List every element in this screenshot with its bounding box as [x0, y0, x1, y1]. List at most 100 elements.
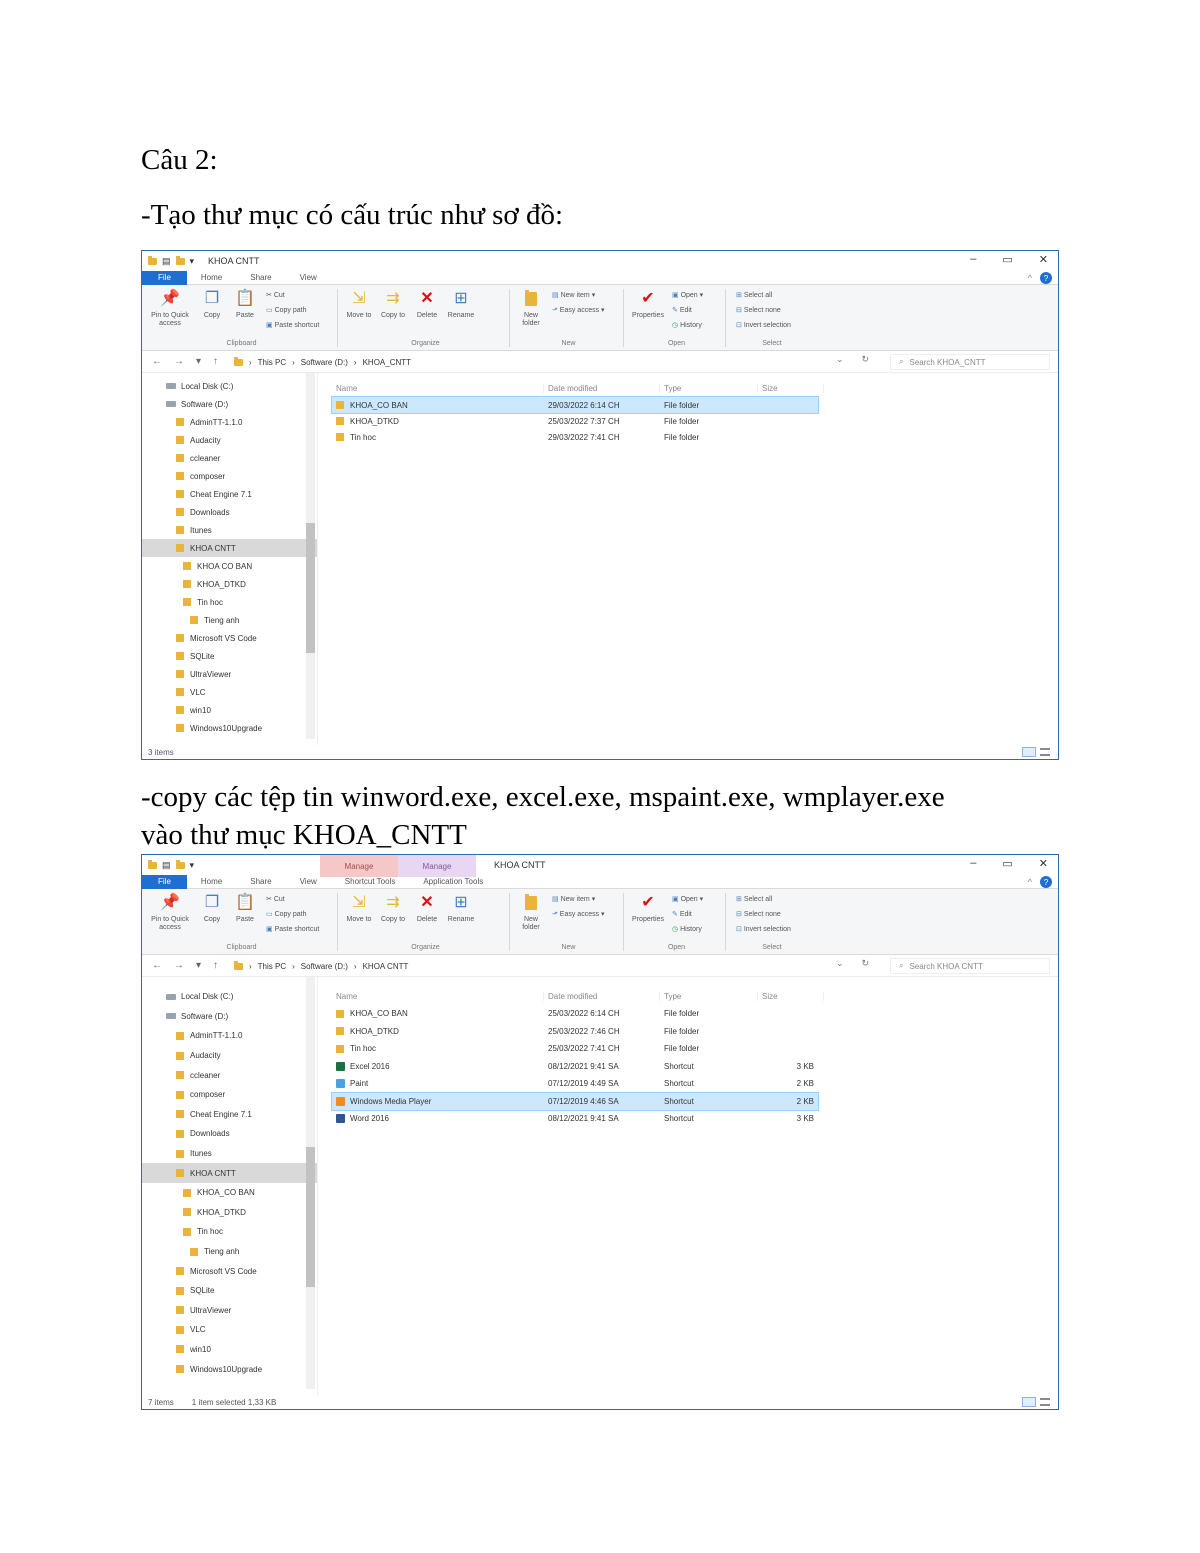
nav-item[interactable]: Tieng anh	[142, 1242, 317, 1262]
select-none-button[interactable]: ⊟ Select none	[736, 910, 781, 918]
large-icons-view-icon[interactable]	[1040, 748, 1050, 756]
nav-item[interactable]: KHOA CO BAN	[142, 557, 317, 575]
nav-item[interactable]: AdminTT-1.1.0	[142, 413, 317, 431]
nav-item[interactable]: Cheat Engine 7.1	[142, 1105, 317, 1125]
large-icons-view-icon[interactable]	[1040, 1398, 1050, 1406]
forward-arrow-icon[interactable]: →	[174, 960, 184, 971]
file-row[interactable]: Windows Media Player 07/12/2019 4:46 SA Sh…	[331, 1091, 819, 1111]
tab-home[interactable]: Home	[187, 271, 236, 285]
copy-to-button[interactable]: ⇉ Copy to	[378, 893, 408, 924]
nav-item[interactable]: win10	[142, 1340, 317, 1360]
file-row[interactable]: KHOA_DTKD 25/03/2022 7:46 CH File folder	[332, 1023, 818, 1041]
copy-to-button[interactable]: ⇉ Copy to	[378, 289, 408, 320]
breadcrumb-separator-icon[interactable]: ›	[292, 358, 295, 367]
nav-item[interactable]: composer	[142, 467, 317, 485]
move-to-button[interactable]: ⇲ Move to	[344, 289, 374, 320]
tab-share[interactable]: Share	[236, 271, 285, 285]
search-input[interactable]: ⌕ Search KHOA_CNTT	[890, 354, 1050, 370]
quick-access-toolbar[interactable]: ▤ ▾	[148, 255, 195, 267]
nav-item[interactable]: Tin hoc	[142, 1222, 317, 1242]
properties-button[interactable]: ✔ Properties	[628, 893, 668, 924]
nav-item[interactable]: Local Disk (C:)	[142, 377, 317, 395]
back-arrow-icon[interactable]: ←	[152, 960, 162, 971]
help-icon[interactable]: ?	[1040, 876, 1052, 888]
copy-button[interactable]: ❐ Copy	[198, 893, 226, 924]
cut-button[interactable]: ✂ Cut	[266, 291, 285, 299]
refresh-icon[interactable]: ↻	[862, 354, 870, 365]
nav-item[interactable]: KHOA CNTT	[142, 539, 317, 557]
nav-item[interactable]: ccleaner	[142, 449, 317, 467]
chevron-up-icon[interactable]: ^	[1028, 877, 1032, 887]
breadcrumb-item[interactable]: This PC	[258, 962, 286, 971]
nav-item[interactable]: Itunes	[142, 1144, 317, 1164]
tab-file[interactable]: File	[142, 874, 187, 889]
history-button[interactable]: ◷ History	[672, 321, 702, 329]
scrollbar-thumb[interactable]	[306, 523, 315, 653]
column-header[interactable]: Name	[332, 383, 544, 393]
tab-home[interactable]: Home	[187, 875, 236, 889]
nav-item[interactable]: composer	[142, 1085, 317, 1105]
nav-item[interactable]: Itunes	[142, 521, 317, 539]
chevron-down-icon[interactable]: ▾	[190, 860, 195, 871]
tab-share[interactable]: Share	[236, 875, 285, 889]
chevron-down-icon[interactable]: ⌄	[836, 354, 844, 365]
breadcrumb-item[interactable]: This PC	[258, 358, 286, 367]
paste-shortcut-button[interactable]: ▣ Paste shortcut	[266, 925, 319, 933]
minimize-button[interactable]: –	[970, 253, 976, 266]
nav-item[interactable]: Cheat Engine 7.1	[142, 485, 317, 503]
new-item-button[interactable]: ▤ New item ▾	[552, 291, 595, 299]
close-button[interactable]: ✕	[1039, 857, 1048, 870]
move-to-button[interactable]: ⇲ Move to	[344, 893, 374, 924]
new-folder-button[interactable]: New folder	[516, 289, 546, 328]
maximize-button[interactable]: ▭	[1002, 253, 1012, 266]
breadcrumb-separator-icon[interactable]: ›	[354, 358, 357, 367]
file-row[interactable]: KHOA_CO BAN 25/03/2022 6:14 CH File folder	[332, 1005, 818, 1023]
refresh-icon[interactable]: ↻	[862, 958, 870, 969]
breadcrumb-separator-icon[interactable]: ›	[354, 962, 357, 971]
nav-item[interactable]: SQLite	[142, 647, 317, 665]
chevron-down-icon[interactable]: ▾	[190, 256, 195, 267]
tab-view[interactable]: View	[286, 271, 331, 285]
easy-access-button[interactable]: ⬏ Easy access ▾	[552, 910, 605, 918]
tab-application-tools[interactable]: Application Tools	[409, 875, 497, 889]
breadcrumb-item[interactable]: Software (D:)	[301, 962, 348, 971]
nav-item[interactable]: Audacity	[142, 431, 317, 449]
column-header[interactable]: Name	[332, 991, 544, 1001]
nav-item[interactable]: Windows10Upgrade	[142, 719, 317, 737]
file-row[interactable]: Tin hoc 25/03/2022 7:41 CH File folder	[332, 1040, 818, 1058]
tab-shortcut-tools[interactable]: Shortcut Tools	[331, 875, 410, 889]
address-bar[interactable]: › This PC › Software (D:) › KHOA CNTT	[234, 958, 834, 974]
nav-item[interactable]: VLC	[142, 1320, 317, 1340]
up-arrow-icon[interactable]: ↑	[213, 960, 218, 971]
invert-selection-button[interactable]: ⊡ Invert selection	[736, 321, 791, 329]
nav-item[interactable]: VLC	[142, 683, 317, 701]
invert-selection-button[interactable]: ⊡ Invert selection	[736, 925, 791, 933]
breadcrumb-item[interactable]: Software (D:)	[301, 358, 348, 367]
nav-item[interactable]: UltraViewer	[142, 1301, 317, 1321]
select-all-button[interactable]: ⊞ Select all	[736, 895, 772, 903]
paste-shortcut-button[interactable]: ▣ Paste shortcut	[266, 321, 319, 329]
paste-button[interactable]: 📋 Paste	[230, 289, 260, 320]
column-header[interactable]: Size	[758, 991, 824, 1001]
select-all-button[interactable]: ⊞ Select all	[736, 291, 772, 299]
search-input[interactable]: ⌕ Search KHOA CNTT	[890, 958, 1050, 974]
tab-view[interactable]: View	[286, 875, 331, 889]
copy-button[interactable]: ❐ Copy	[198, 289, 226, 320]
paste-button[interactable]: 📋 Paste	[230, 893, 260, 924]
details-view-icon[interactable]	[1022, 747, 1036, 757]
nav-item[interactable]: Downloads	[142, 503, 317, 521]
breadcrumb-item[interactable]: KHOA CNTT	[363, 962, 409, 971]
select-none-button[interactable]: ⊟ Select none	[736, 306, 781, 314]
tab-file[interactable]: File	[142, 270, 187, 285]
nav-item[interactable]: ccleaner	[142, 1065, 317, 1085]
save-icon[interactable]: ▤	[162, 256, 171, 267]
edit-button[interactable]: ✎ Edit	[672, 910, 692, 918]
help-icon[interactable]: ?	[1040, 272, 1052, 284]
file-row[interactable]: Word 2016 08/12/2021 9:41 SA Shortcut 3 KB	[332, 1110, 818, 1128]
file-row[interactable]: Excel 2016 08/12/2021 9:41 SA Shortcut 3 KB	[332, 1058, 818, 1076]
nav-item[interactable]: Microsoft VS Code	[142, 629, 317, 647]
nav-item[interactable]: Downloads	[142, 1124, 317, 1144]
column-header[interactable]: Type	[660, 991, 758, 1001]
nav-item[interactable]: Software (D:)	[142, 1007, 317, 1027]
address-bar[interactable]: › This PC › Software (D:) › KHOA_CNTT	[234, 354, 834, 370]
